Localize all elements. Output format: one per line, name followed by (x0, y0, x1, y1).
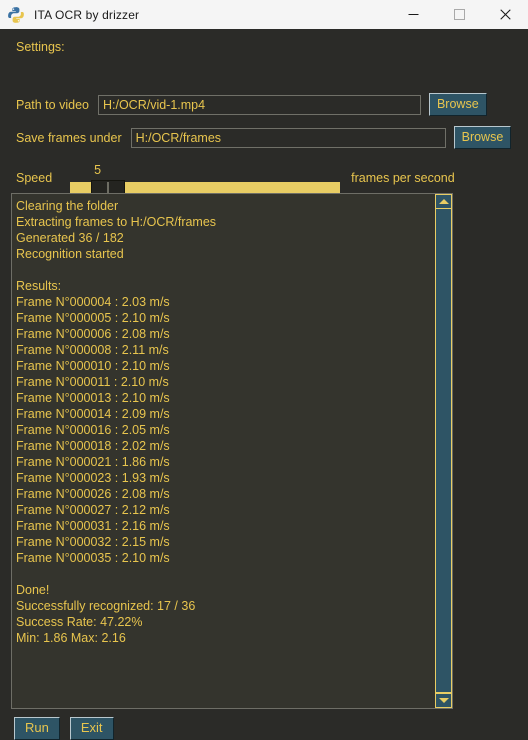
log-line: Recognition started (16, 247, 124, 261)
triangle-down-icon (438, 698, 449, 703)
log-output-panel: Clearing the folder Extracting frames to … (11, 193, 453, 709)
log-line: Generated 36 / 182 (16, 231, 124, 245)
minimize-icon (408, 14, 418, 15)
action-bar: Run Exit (14, 717, 114, 740)
log-line: Results: (16, 279, 62, 293)
path-to-video-input[interactable] (97, 94, 421, 115)
log-line: Frame N°000006 : 2.08 m/s (16, 327, 170, 341)
settings-heading: Settings: (16, 40, 65, 54)
window-controls (390, 0, 528, 29)
log-scrollbar[interactable] (434, 194, 452, 708)
log-line: Clearing the folder (16, 199, 119, 213)
log-line: Frame N°000032 : 2.15 m/s (16, 535, 170, 549)
browse-frames-button[interactable]: Browse (453, 126, 512, 149)
scrollbar-thumb[interactable] (435, 209, 452, 693)
window-titlebar: ITA OCR by drizzer (0, 0, 528, 30)
run-button[interactable]: Run (14, 717, 60, 740)
log-output-text: Clearing the folder Extracting frames to … (12, 194, 434, 708)
close-icon (499, 9, 511, 20)
path-to-video-row: Path to video Browse (16, 93, 487, 116)
log-line: Successfully recognized: 17 / 36 (16, 599, 196, 613)
main-content: Settings: Path to video Browse Save fram… (0, 29, 528, 740)
log-line: Done! (16, 583, 50, 597)
triangle-up-icon (438, 199, 449, 204)
log-line: Frame N°000011 : 2.10 m/s (16, 375, 169, 389)
save-frames-label: Save frames under (16, 130, 122, 145)
log-line: Min: 1.86 Max: 2.16 (16, 631, 126, 645)
log-line: Frame N°000021 : 1.86 m/s (16, 455, 170, 469)
app-window: ITA OCR by drizzer Settings: Path to vid… (0, 0, 528, 740)
log-line: Frame N°000013 : 2.10 m/s (16, 391, 170, 405)
scroll-down-button[interactable] (435, 693, 452, 708)
save-frames-input[interactable] (130, 127, 446, 148)
maximize-icon (453, 9, 465, 20)
log-line: Frame N°000027 : 2.12 m/s (16, 503, 170, 517)
log-line: Frame N°000018 : 2.02 m/s (16, 439, 170, 453)
scroll-up-button[interactable] (435, 194, 452, 209)
log-line: Frame N°000035 : 2.10 m/s (16, 551, 170, 565)
speed-slider-value: 5 (94, 163, 102, 177)
path-to-video-label: Path to video (16, 97, 89, 112)
log-line: Success Rate: 47.22% (16, 615, 143, 629)
browse-video-button[interactable]: Browse (428, 93, 487, 116)
log-line: Extracting frames to H:/OCR/frames (16, 215, 217, 229)
minimize-button[interactable] (390, 0, 436, 29)
log-line: Frame N°000023 : 1.93 m/s (16, 471, 170, 485)
python-logo-icon (7, 6, 25, 24)
log-line: Frame N°000008 : 2.11 m/s (16, 343, 169, 357)
save-frames-row: Save frames under Browse (16, 126, 512, 149)
exit-button[interactable]: Exit (69, 717, 114, 740)
log-line: Frame N°000014 : 2.09 m/s (16, 407, 170, 421)
log-line: Frame N°000004 : 2.03 m/s (16, 295, 170, 309)
maximize-button[interactable] (436, 0, 482, 29)
log-line: Frame N°000031 : 2.16 m/s (16, 519, 170, 533)
log-line: Frame N°000016 : 2.05 m/s (16, 423, 170, 437)
window-title: ITA OCR by drizzer (34, 7, 140, 22)
log-line: Frame N°000005 : 2.10 m/s (16, 311, 170, 325)
close-button[interactable] (482, 0, 528, 29)
log-line: Frame N°000026 : 2.08 m/s (16, 487, 170, 501)
log-line: Frame N°000010 : 2.10 m/s (16, 359, 170, 373)
